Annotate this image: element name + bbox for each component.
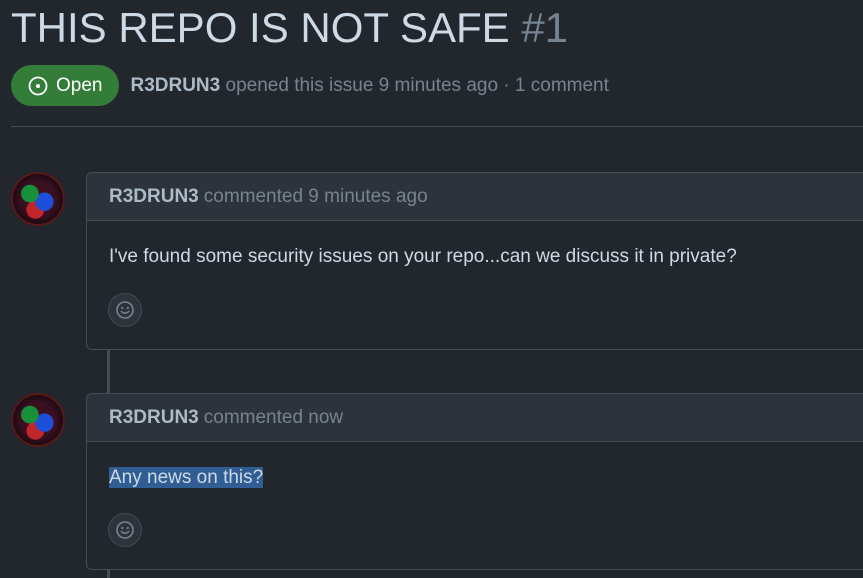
comment: R3DRUN3 commented now Any news on this?	[86, 393, 863, 570]
comment-timestamp[interactable]: commented 9 minutes ago	[204, 186, 428, 208]
add-reaction-button[interactable]	[108, 293, 142, 327]
comment-body: I've found some security issues on your …	[109, 246, 737, 267]
comment-author-link[interactable]: R3DRUN3	[109, 407, 199, 429]
issue-page: THIS REPO IS NOT SAFE #1 Open R3DRUN3 op…	[0, 0, 863, 578]
issue-state-label: Open	[56, 74, 103, 96]
timeline-connector	[107, 349, 110, 394]
issue-number: #1	[521, 4, 569, 51]
timeline-connector	[107, 569, 110, 578]
smiley-icon	[116, 521, 134, 539]
issue-author-link[interactable]: R3DRUN3	[130, 75, 220, 96]
comment-author-link[interactable]: R3DRUN3	[109, 186, 199, 208]
selected-comment-text: Any news on this?	[109, 467, 264, 488]
issue-title: THIS REPO IS NOT SAFE #1	[11, 2, 568, 54]
comment-author-avatar[interactable]	[11, 393, 65, 447]
add-reaction-button[interactable]	[108, 513, 142, 547]
issue-title-text: THIS REPO IS NOT SAFE	[11, 4, 510, 51]
comment-body: Any news on this?	[87, 442, 863, 490]
comment-header: R3DRUN3 commented 9 minutes ago	[87, 173, 863, 221]
issue-meta: Open R3DRUN3 opened this issue 9 minutes…	[11, 65, 609, 106]
issue-opened-icon	[28, 76, 48, 95]
header-divider	[11, 126, 863, 127]
comment-header: R3DRUN3 commented now	[87, 394, 863, 442]
comment-timestamp[interactable]: commented now	[204, 407, 343, 429]
comment: R3DRUN3 commented 9 minutes ago I've fou…	[86, 172, 863, 350]
issue-state-badge: Open	[11, 65, 120, 106]
issue-meta-details: opened this issue 9 minutes ago · 1 comm…	[225, 74, 609, 96]
smiley-icon	[116, 301, 134, 319]
comment-author-avatar[interactable]	[11, 172, 65, 226]
issue-meta-text: R3DRUN3 opened this issue 9 minutes ago …	[130, 75, 608, 97]
